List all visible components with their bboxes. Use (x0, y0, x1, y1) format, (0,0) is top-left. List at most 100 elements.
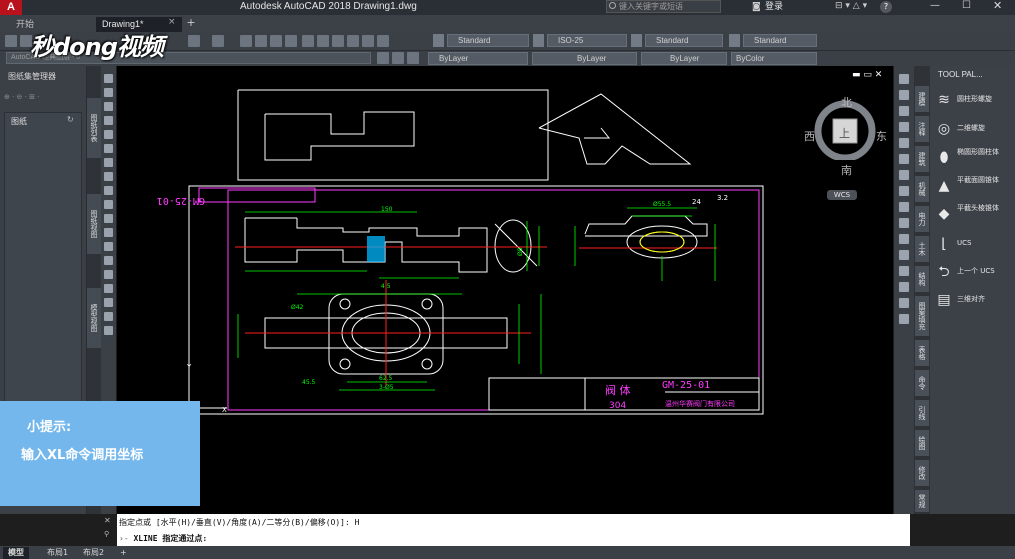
panel-toolbar[interactable]: ⊕ · ⊖ · ⊞ · (4, 93, 82, 103)
region-icon[interactable] (104, 298, 113, 307)
ellipse-arc-icon[interactable] (104, 214, 113, 223)
dim-style-select[interactable]: ISO-25 (547, 34, 627, 47)
ptab-annotation[interactable]: 注释 (915, 116, 929, 142)
break-icon[interactable] (899, 250, 909, 260)
multileader-style-icon[interactable] (729, 34, 740, 47)
table-icon[interactable] (104, 312, 113, 321)
tab-model[interactable]: 模型 (3, 547, 29, 559)
tab-sheet-views[interactable]: 图纸视图 (87, 194, 101, 254)
point-icon[interactable] (104, 256, 113, 265)
viewcube-north[interactable]: 北 (841, 94, 852, 110)
palette-item-cone[interactable]: ▲ 平截面圆锥体 (933, 174, 1013, 198)
sheet-set-icon[interactable] (347, 35, 359, 47)
viewcube-west[interactable]: 西 (804, 128, 815, 144)
tool-palettes-icon[interactable] (332, 35, 344, 47)
rotate-icon[interactable] (899, 170, 909, 180)
table-style-icon[interactable] (631, 34, 642, 47)
redo-icon[interactable] (212, 35, 224, 47)
polyline-icon[interactable] (104, 102, 113, 111)
palette-item-pyramid[interactable]: ◆ 平截头棱锥体 (933, 202, 1013, 226)
ptab-structural[interactable]: 结构 (915, 266, 929, 292)
palette-item-spiral[interactable]: ◎ 二维螺旋 (933, 117, 1013, 141)
chamfer-icon[interactable] (899, 282, 909, 292)
undo-icon[interactable] (188, 35, 200, 47)
spline-icon[interactable] (104, 186, 113, 195)
maximize-button[interactable]: ☐ (962, 0, 971, 11)
help-icon[interactable]: ? (880, 1, 892, 13)
command-input[interactable]: ›- XLINE 指定通过点: (119, 532, 907, 545)
login-link[interactable]: 登录 (765, 0, 783, 14)
viewcube-east[interactable]: 东 (876, 128, 887, 144)
search-input[interactable]: 键入关键字或短语 (606, 0, 721, 13)
hatch-icon[interactable] (104, 270, 113, 279)
layer-match-icon[interactable] (407, 52, 419, 64)
plot-style-select[interactable]: ByColor (731, 52, 817, 65)
join-icon[interactable] (899, 266, 909, 276)
circle-icon[interactable] (104, 158, 113, 167)
tab-layout2[interactable]: 布局2 (78, 547, 109, 559)
palette-item-3d-align[interactable]: ▤ 三维对齐 (933, 288, 1013, 312)
polygon-icon[interactable] (104, 116, 113, 125)
ptab-modify[interactable]: 修改 (915, 460, 929, 486)
dim-style-icon[interactable] (533, 34, 544, 47)
viewcube-top[interactable]: 上 (839, 125, 850, 141)
viewcube-south[interactable]: 南 (841, 162, 852, 178)
app-menu-icon[interactable]: A (0, 0, 22, 15)
revision-cloud-icon[interactable] (104, 172, 113, 181)
color-select[interactable]: ByLayer (428, 52, 528, 65)
new-tab-button[interactable]: + (185, 17, 197, 29)
zoom-previous-icon[interactable] (285, 35, 297, 47)
construction-line-icon[interactable] (104, 88, 113, 97)
trim-icon[interactable] (899, 218, 909, 228)
scale-icon[interactable] (899, 186, 909, 196)
copy-icon[interactable] (899, 90, 909, 100)
extend-icon[interactable] (899, 234, 909, 244)
palette-item-cylinder[interactable]: ⬮ 椭圆形圆柱体 (933, 146, 1013, 170)
user-icon[interactable]: ◙ (752, 2, 762, 12)
close-window-button[interactable]: ✕ (993, 0, 1002, 12)
cart-icon[interactable]: ⊟ ▾ △ ▾ (835, 1, 867, 11)
fillet-icon[interactable] (899, 298, 909, 308)
gradient-icon[interactable] (104, 284, 113, 293)
erase-icon[interactable] (899, 74, 909, 84)
offset-icon[interactable] (899, 122, 909, 132)
ptab-table[interactable]: 表格 (915, 340, 929, 366)
ptab-leader[interactable]: 引线 (915, 400, 929, 426)
new-file-icon[interactable] (5, 35, 17, 47)
palette-item-ucs[interactable]: ⌊ UCS (933, 232, 1013, 256)
viewport-controls[interactable]: ▬ ▭ ✕ (852, 70, 882, 80)
zoom-window-icon[interactable] (270, 35, 282, 47)
markup-icon[interactable] (362, 35, 374, 47)
ptab-command[interactable]: 命令 (915, 370, 929, 396)
ptab-electrical[interactable]: 电力 (915, 206, 929, 232)
rectangle-icon[interactable] (104, 130, 113, 139)
ptab-mechanical[interactable]: 机械 (915, 176, 929, 202)
wcs-menu[interactable]: WCS (827, 190, 857, 200)
tab-sheet-list[interactable]: 图纸列表 (87, 98, 101, 158)
quickcalc-icon[interactable] (377, 35, 389, 47)
linetype-select[interactable]: ByLayer (532, 52, 637, 65)
insert-block-icon[interactable] (104, 228, 113, 237)
ptab-hatch[interactable]: 图案填充 (915, 296, 929, 336)
zoom-realtime-icon[interactable] (255, 35, 267, 47)
command-customize-icon[interactable]: ⚲ (104, 530, 109, 538)
lineweight-select[interactable]: ByLayer (641, 52, 727, 65)
command-close-icon[interactable]: ✕ (104, 516, 111, 525)
ptab-general[interactable]: 常规 (915, 490, 929, 512)
command-line[interactable]: 指定点或 [水平(H)/垂直(V)/角度(A)/二等分(B)/偏移(O)]: H… (117, 514, 910, 546)
mirror-icon[interactable] (899, 106, 909, 116)
array-icon[interactable] (899, 138, 909, 148)
arc-icon[interactable] (104, 144, 113, 153)
design-center-icon[interactable] (317, 35, 329, 47)
ellipse-icon[interactable] (104, 200, 113, 209)
properties-icon[interactable] (302, 35, 314, 47)
ptab-civil[interactable]: 土木 (915, 236, 929, 262)
close-tab-icon[interactable]: × (168, 17, 176, 27)
layer-isolate-icon[interactable] (392, 52, 404, 64)
tab-layout1[interactable]: 布局1 (42, 547, 73, 559)
make-block-icon[interactable] (104, 242, 113, 251)
table-style-select[interactable]: Standard (645, 34, 723, 47)
move-icon[interactable] (899, 154, 909, 164)
minimize-button[interactable]: — (930, 0, 940, 11)
palette-item-helix[interactable]: ≋ 圆柱形螺旋 (933, 88, 1013, 112)
